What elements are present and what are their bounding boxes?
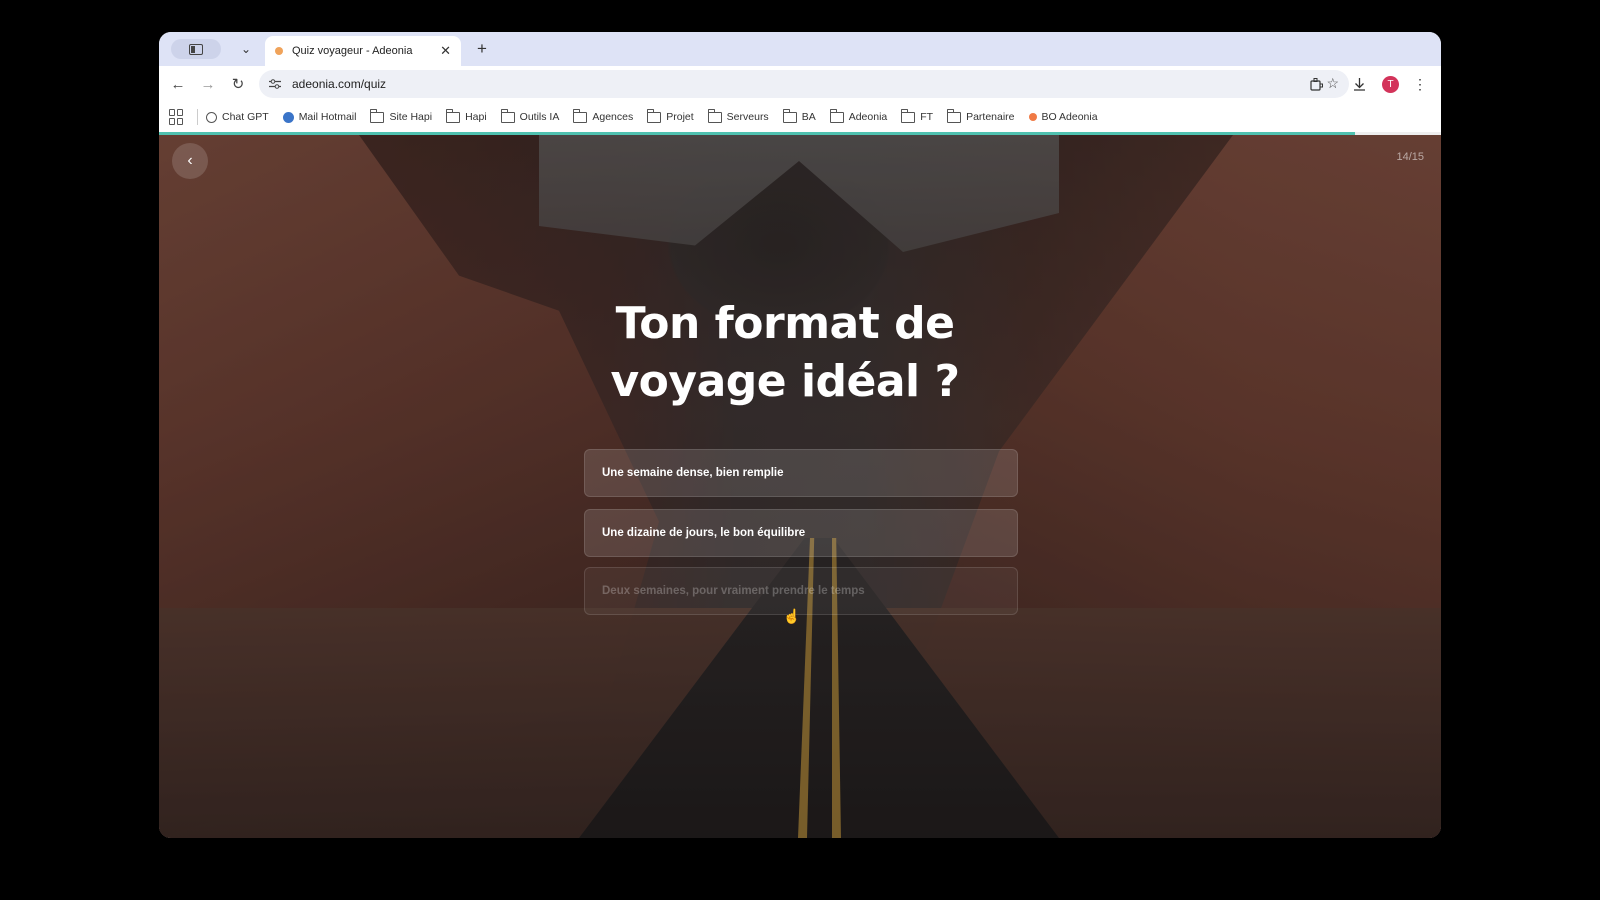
tab-quiz[interactable]: Quiz voyageur - Adeonia ✕	[265, 36, 461, 66]
favicon-icon	[275, 47, 283, 55]
profile-avatar[interactable]: T	[1382, 76, 1399, 93]
folder-icon	[500, 108, 515, 123]
bookmark-agences[interactable]: Agences	[573, 108, 633, 123]
question-counter: 14/15	[1396, 151, 1424, 163]
extensions-icon[interactable]	[1305, 73, 1327, 95]
back-arrow-icon[interactable]: ←	[167, 73, 189, 95]
folder-icon	[647, 108, 662, 123]
folder-icon	[573, 108, 588, 123]
address-bar[interactable]: adeonia.com/quiz ☆	[259, 70, 1349, 98]
browser-window: ⌄ Quiz voyageur - Adeonia ✕ + ← → ↻ adeo…	[159, 32, 1441, 838]
tab-title: Quiz voyageur - Adeonia	[292, 45, 413, 57]
bookmark-site-hapi[interactable]: Site Hapi	[370, 108, 432, 123]
bookmark-hapi[interactable]: Hapi	[446, 108, 487, 123]
question-title: Ton format de voyage idéal ?	[610, 298, 960, 407]
answer-option-3[interactable]: Deux semaines, pour vraiment prendre le …	[584, 567, 1018, 615]
folder-icon	[707, 108, 722, 123]
bookmark-outils-ia[interactable]: Outils IA	[500, 108, 559, 123]
bookmark-ba[interactable]: BA	[782, 108, 816, 123]
bookmark-adeonia[interactable]: Adeonia	[829, 108, 887, 123]
hand-cursor-icon: ☝	[783, 608, 801, 624]
quiz-page: ‹ 14/15 Ton format de voyage idéal ? Une…	[159, 135, 1441, 838]
divider	[197, 109, 198, 125]
chatgpt-icon	[206, 111, 217, 123]
reload-icon[interactable]: ↻	[227, 73, 249, 95]
bookmark-projet[interactable]: Projet	[647, 108, 694, 123]
new-tab-button[interactable]: +	[471, 38, 493, 60]
chevron-down-icon[interactable]: ⌄	[235, 39, 257, 59]
mail-icon	[282, 111, 294, 123]
bookmark-mail-hotmail[interactable]: Mail Hotmail	[282, 111, 356, 123]
close-icon[interactable]: ✕	[440, 43, 451, 59]
tab-search-icon[interactable]	[171, 39, 221, 59]
download-icon[interactable]	[1348, 73, 1370, 95]
folder-icon	[947, 108, 962, 123]
folder-icon	[829, 108, 844, 123]
folder-icon	[446, 108, 461, 123]
folder-icon	[782, 108, 797, 123]
bookmark-partenaire[interactable]: Partenaire	[947, 108, 1015, 123]
bookmark-bo-adeonia[interactable]: BO Adeonia	[1028, 111, 1098, 123]
menu-dots-icon[interactable]: ⋮	[1409, 73, 1431, 95]
answer-option-1[interactable]: Une semaine dense, bien remplie	[584, 449, 1018, 497]
bookmark-chat-gpt[interactable]: Chat GPT	[206, 111, 269, 123]
bookmark-ft[interactable]: FT	[901, 108, 933, 123]
bookmarks-bar: Chat GPT Mail Hotmail Site Hapi Hapi Out…	[159, 102, 1441, 132]
answer-option-2[interactable]: Une dizaine de jours, le bon équilibre	[584, 509, 1018, 557]
tab-bar: ⌄ Quiz voyageur - Adeonia ✕ +	[159, 32, 1441, 66]
quiz-back-button[interactable]: ‹	[172, 143, 208, 179]
star-icon[interactable]: ☆	[1326, 75, 1339, 92]
forward-arrow-icon[interactable]: →	[197, 73, 219, 95]
apps-grid-icon[interactable]	[169, 109, 185, 125]
site-settings-icon[interactable]	[267, 76, 283, 92]
folder-icon	[901, 108, 916, 123]
toolbar: ← → ↻ adeonia.com/quiz ☆ T ⋮	[159, 66, 1441, 102]
bookmark-serveurs[interactable]: Serveurs	[707, 108, 769, 123]
folder-icon	[370, 108, 385, 123]
adeonia-icon	[1028, 113, 1037, 121]
url-text[interactable]: adeonia.com/quiz	[292, 77, 386, 91]
